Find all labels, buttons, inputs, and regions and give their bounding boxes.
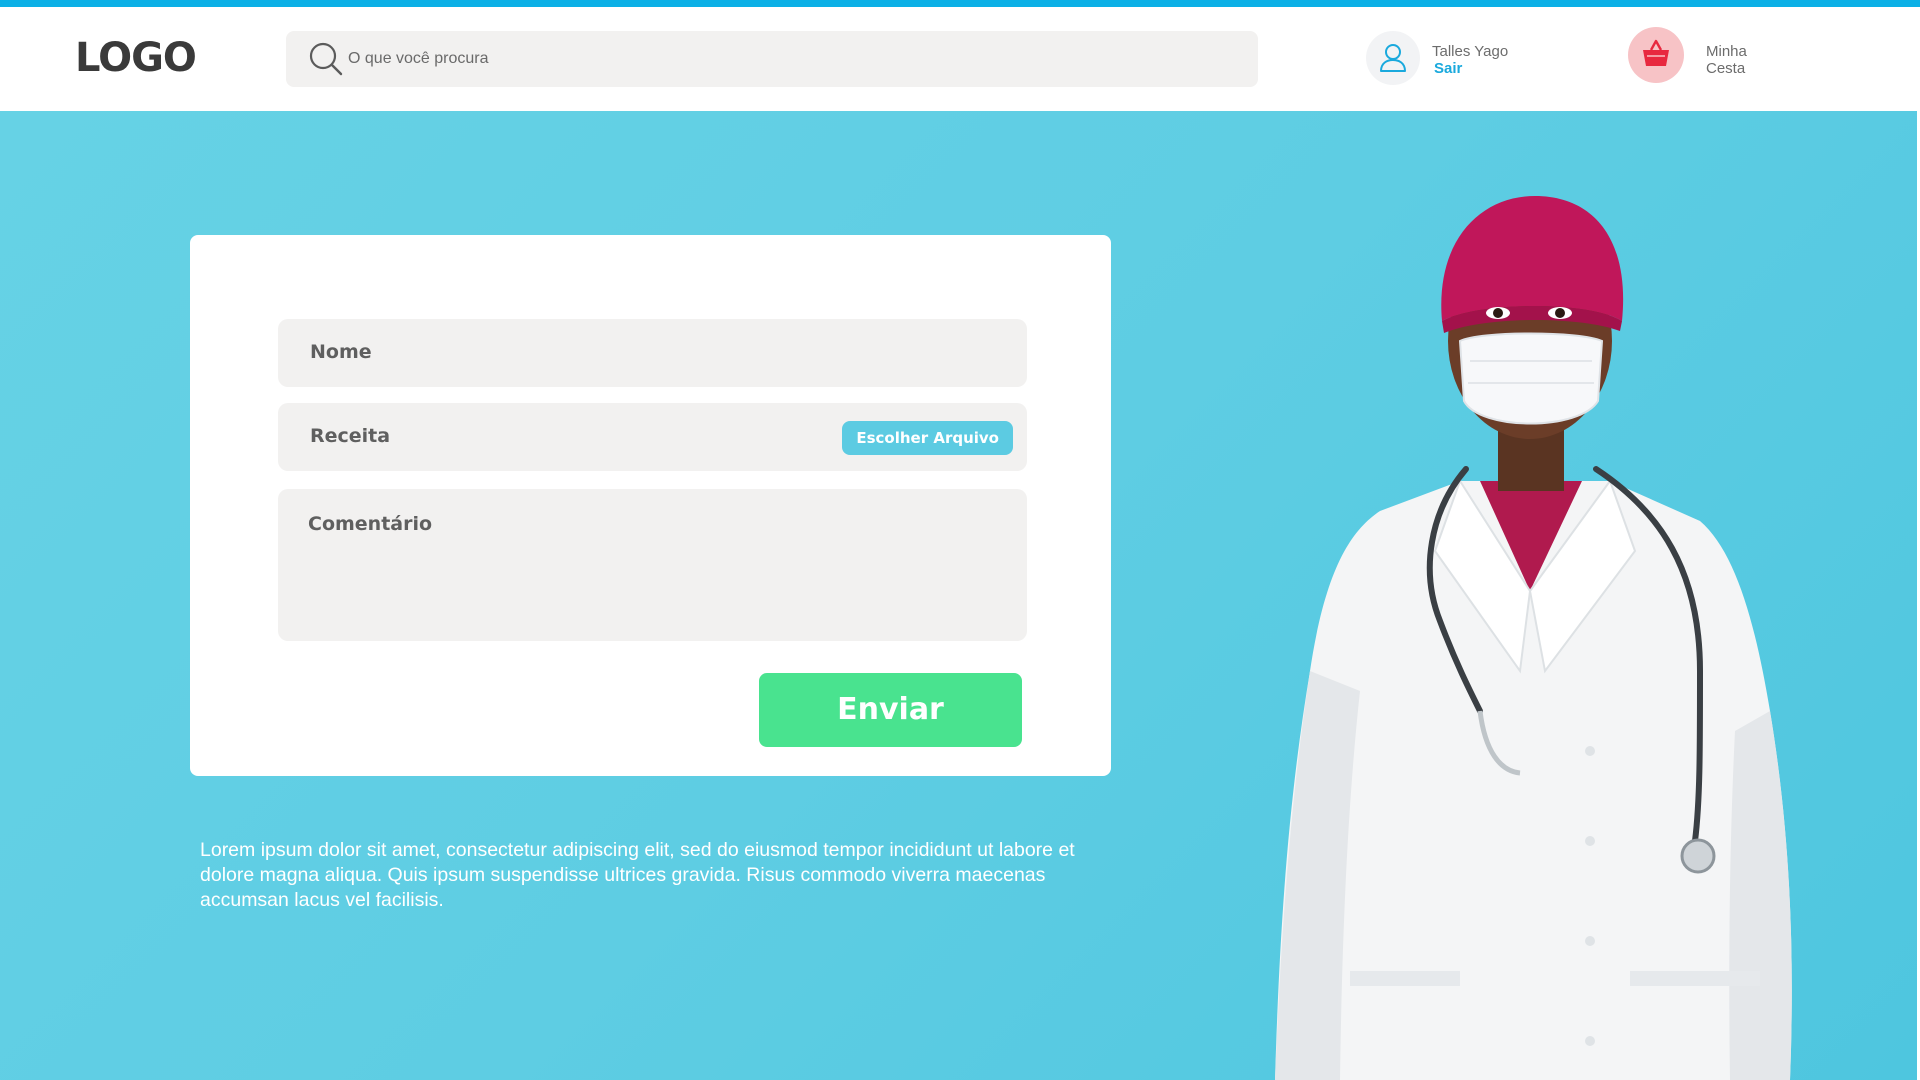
comment-field-label: Comentário [308,513,433,535]
basket-label[interactable]: Minha Cesta [1706,43,1786,77]
logout-link[interactable]: Sair [1434,60,1462,77]
name-field[interactable]: Nome [278,319,1027,387]
choose-file-button[interactable]: Escolher Arquivo [842,421,1013,455]
hero-section: Nome Receita Escolher Arquivo Comentário… [0,111,1920,1080]
prescription-field-label: Receita [310,425,391,447]
basket-icon [1643,39,1669,66]
search-bar[interactable] [286,31,1258,87]
site-header: LOGO Talles Yago Sair Minha Cesta [0,7,1920,111]
search-input[interactable] [348,31,1228,87]
user-avatar[interactable] [1366,31,1420,85]
name-field-label: Nome [310,341,372,363]
top-accent-bar [0,0,1920,7]
search-icon[interactable] [308,41,344,77]
basket-button[interactable] [1628,27,1684,83]
logo[interactable]: LOGO [75,35,197,81]
description-text: Lorem ipsum dolor sit amet, consectetur … [200,839,1075,911]
submit-button[interactable]: Enviar [759,673,1022,747]
user-name: Talles Yago [1432,43,1509,60]
doctor-image [1275,196,1792,1080]
user-icon [1380,44,1406,72]
comment-field[interactable]: Comentário [278,489,1027,641]
prescription-field[interactable]: Receita Escolher Arquivo [278,403,1027,471]
prescription-form: Nome Receita Escolher Arquivo Comentário… [190,235,1111,776]
